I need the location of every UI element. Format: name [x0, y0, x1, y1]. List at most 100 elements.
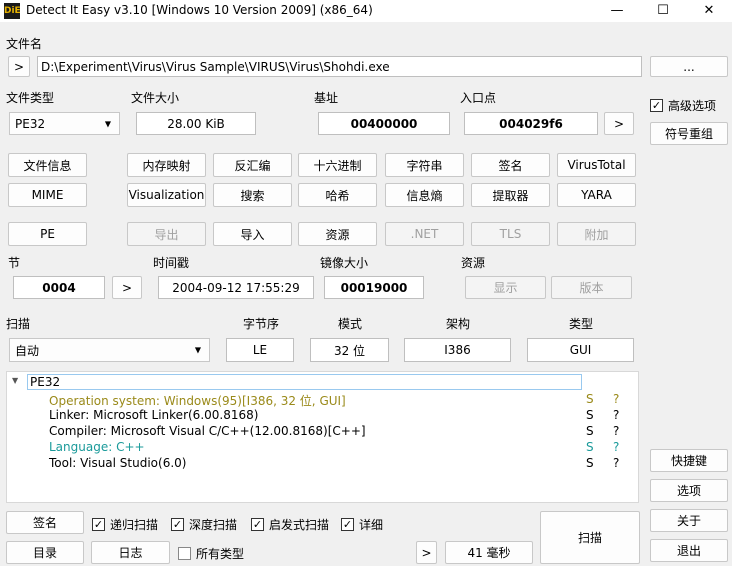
sections-go-button[interactable]: >: [112, 276, 142, 299]
result-info-button[interactable]: ?: [613, 456, 619, 470]
file-path-input[interactable]: D:\Experiment\Virus\Virus Sample\VIRUS\V…: [37, 56, 642, 77]
check-icon: ✓: [171, 518, 184, 531]
tools_row1-button-6[interactable]: VirusTotal: [557, 153, 636, 177]
base-address-label: 基址: [314, 91, 339, 105]
recursive-scan-label: 递归扫描: [110, 518, 159, 532]
pe_row-button-6[interactable]: 附加: [557, 222, 636, 246]
tools_row1-button-2[interactable]: 反汇编: [213, 153, 292, 177]
file-name-label: 文件名: [6, 37, 43, 51]
pe_row-button-2[interactable]: 导入: [213, 222, 292, 246]
log-button[interactable]: 日志: [91, 541, 170, 564]
check-icon: ✓: [92, 518, 105, 531]
deep-scan-checkbox[interactable]: ✓ 深度扫描: [171, 516, 237, 533]
result-signature-type: S: [586, 408, 594, 422]
tools_row2-button-1[interactable]: Visualization: [127, 183, 206, 207]
signatures-button[interactable]: 签名: [6, 511, 84, 534]
section-count-value: 0004: [13, 276, 105, 299]
check-icon: ✓: [650, 99, 663, 112]
result-item[interactable]: Language: C++: [49, 440, 145, 454]
pe_row-button-0[interactable]: PE: [8, 222, 87, 246]
result-info-button[interactable]: ?: [613, 424, 619, 438]
result-signature-type: S: [586, 440, 594, 454]
close-button[interactable]: ✕: [686, 0, 732, 22]
result-signature-type: S: [586, 392, 594, 406]
verbose-checkbox[interactable]: ✓ 详细: [341, 516, 383, 533]
result-info-button[interactable]: ?: [613, 440, 619, 454]
recursive-scan-checkbox[interactable]: ✓ 递归扫描: [92, 516, 158, 533]
exit-button[interactable]: 退出: [650, 539, 728, 562]
demangle-button[interactable]: 符号重组: [650, 122, 728, 145]
resources-show-button[interactable]: 显示: [465, 276, 546, 299]
result-item[interactable]: Operation system: Windows(95)[I386, 32 位…: [49, 392, 346, 409]
endian-label: 字节序: [243, 317, 280, 331]
advanced-checkbox[interactable]: ✓ 高级选项: [650, 97, 716, 114]
window-title: Detect It Easy v3.10 [Windows 10 Version…: [26, 3, 373, 17]
endian-value: LE: [226, 338, 294, 362]
advanced-label: 高级选项: [668, 99, 717, 113]
recent-files-button[interactable]: >: [8, 56, 30, 77]
scan-mode-select[interactable]: 自动 ▼: [9, 338, 210, 362]
scan-time-button[interactable]: 41 毫秒: [445, 541, 533, 564]
result-item[interactable]: Tool: Visual Studio(6.0): [49, 456, 186, 470]
scan-label: 扫描: [6, 317, 31, 331]
type-label: 类型: [569, 317, 594, 331]
minimize-button[interactable]: —: [594, 0, 640, 22]
checkbox-box: [178, 547, 191, 560]
tools_row1-button-3[interactable]: 十六进制: [298, 153, 377, 177]
entry-point-go-button[interactable]: >: [604, 112, 634, 135]
all-types-label: 所有类型: [196, 547, 245, 561]
tools_row1-button-0[interactable]: 文件信息: [8, 153, 87, 177]
image-size-value: 00019000: [324, 276, 424, 299]
pe_row-button-3[interactable]: 资源: [298, 222, 377, 246]
heuristic-scan-checkbox[interactable]: ✓ 启发式扫描: [251, 516, 329, 533]
browse-button[interactable]: ...: [650, 56, 728, 77]
all-types-checkbox[interactable]: 所有类型: [178, 545, 244, 562]
verbose-label: 详细: [359, 518, 384, 532]
expand-arrow-icon[interactable]: ▼: [12, 376, 18, 385]
type-value: GUI: [527, 338, 634, 362]
tools_row1-button-1[interactable]: 内存映射: [127, 153, 206, 177]
file-size-value: 28.00 KiB: [136, 112, 256, 135]
tools_row2-button-4[interactable]: 信息熵: [385, 183, 464, 207]
result-item[interactable]: Linker: Microsoft Linker(6.00.8168): [49, 408, 258, 422]
app-icon: DiE: [4, 3, 21, 19]
check-icon: ✓: [251, 518, 264, 531]
heuristic-scan-label: 启发式扫描: [269, 518, 330, 532]
timestamp-label: 时间戳: [153, 256, 190, 270]
mode-label: 模式: [338, 317, 363, 331]
result-info-button[interactable]: ?: [613, 408, 619, 422]
maximize-button[interactable]: ☐: [640, 0, 686, 22]
arch-label: 架构: [446, 317, 471, 331]
file-type-select[interactable]: PE32 ▼: [9, 112, 120, 135]
shortcuts-button[interactable]: 快捷键: [650, 449, 728, 472]
more-button[interactable]: >: [416, 541, 437, 564]
tools_row2-button-3[interactable]: 哈希: [298, 183, 377, 207]
results-tree[interactable]: ▼ PE32 Operation system: Windows(95)[I38…: [6, 371, 639, 503]
resources-label: 资源: [461, 256, 486, 270]
base-address-value: 00400000: [318, 112, 450, 135]
tools_row2-button-0[interactable]: MIME: [8, 183, 87, 207]
file-type-value: PE32: [15, 116, 46, 131]
chevron-down-icon: ▼: [104, 119, 111, 128]
result-item[interactable]: Compiler: Microsoft Visual C/C++(12.00.8…: [49, 424, 366, 438]
tools_row1-button-4[interactable]: 字符串: [385, 153, 464, 177]
title-bar: DiE Detect It Easy v3.10 [Windows 10 Ver…: [0, 0, 732, 22]
tools_row2-button-6[interactable]: YARA: [557, 183, 636, 207]
directory-button[interactable]: 目录: [6, 541, 84, 564]
about-button[interactable]: 关于: [650, 509, 728, 532]
mode-value: 32 位: [310, 338, 389, 362]
pe_row-button-5[interactable]: TLS: [471, 222, 550, 246]
check-icon: ✓: [341, 518, 354, 531]
tools_row2-button-2[interactable]: 搜索: [213, 183, 292, 207]
file-size-label: 文件大小: [131, 91, 180, 105]
pe_row-button-1[interactable]: 导出: [127, 222, 206, 246]
tree-root-pe32[interactable]: PE32: [27, 374, 582, 390]
tools_row1-button-5[interactable]: 签名: [471, 153, 550, 177]
tools_row2-button-5[interactable]: 提取器: [471, 183, 550, 207]
pe_row-button-4[interactable]: .NET: [385, 222, 464, 246]
options-button[interactable]: 选项: [650, 479, 728, 502]
scan-button[interactable]: 扫描: [540, 511, 640, 564]
resources-version-button[interactable]: 版本: [551, 276, 632, 299]
scan-mode-value: 自动: [15, 343, 40, 358]
result-info-button[interactable]: ?: [613, 392, 619, 406]
